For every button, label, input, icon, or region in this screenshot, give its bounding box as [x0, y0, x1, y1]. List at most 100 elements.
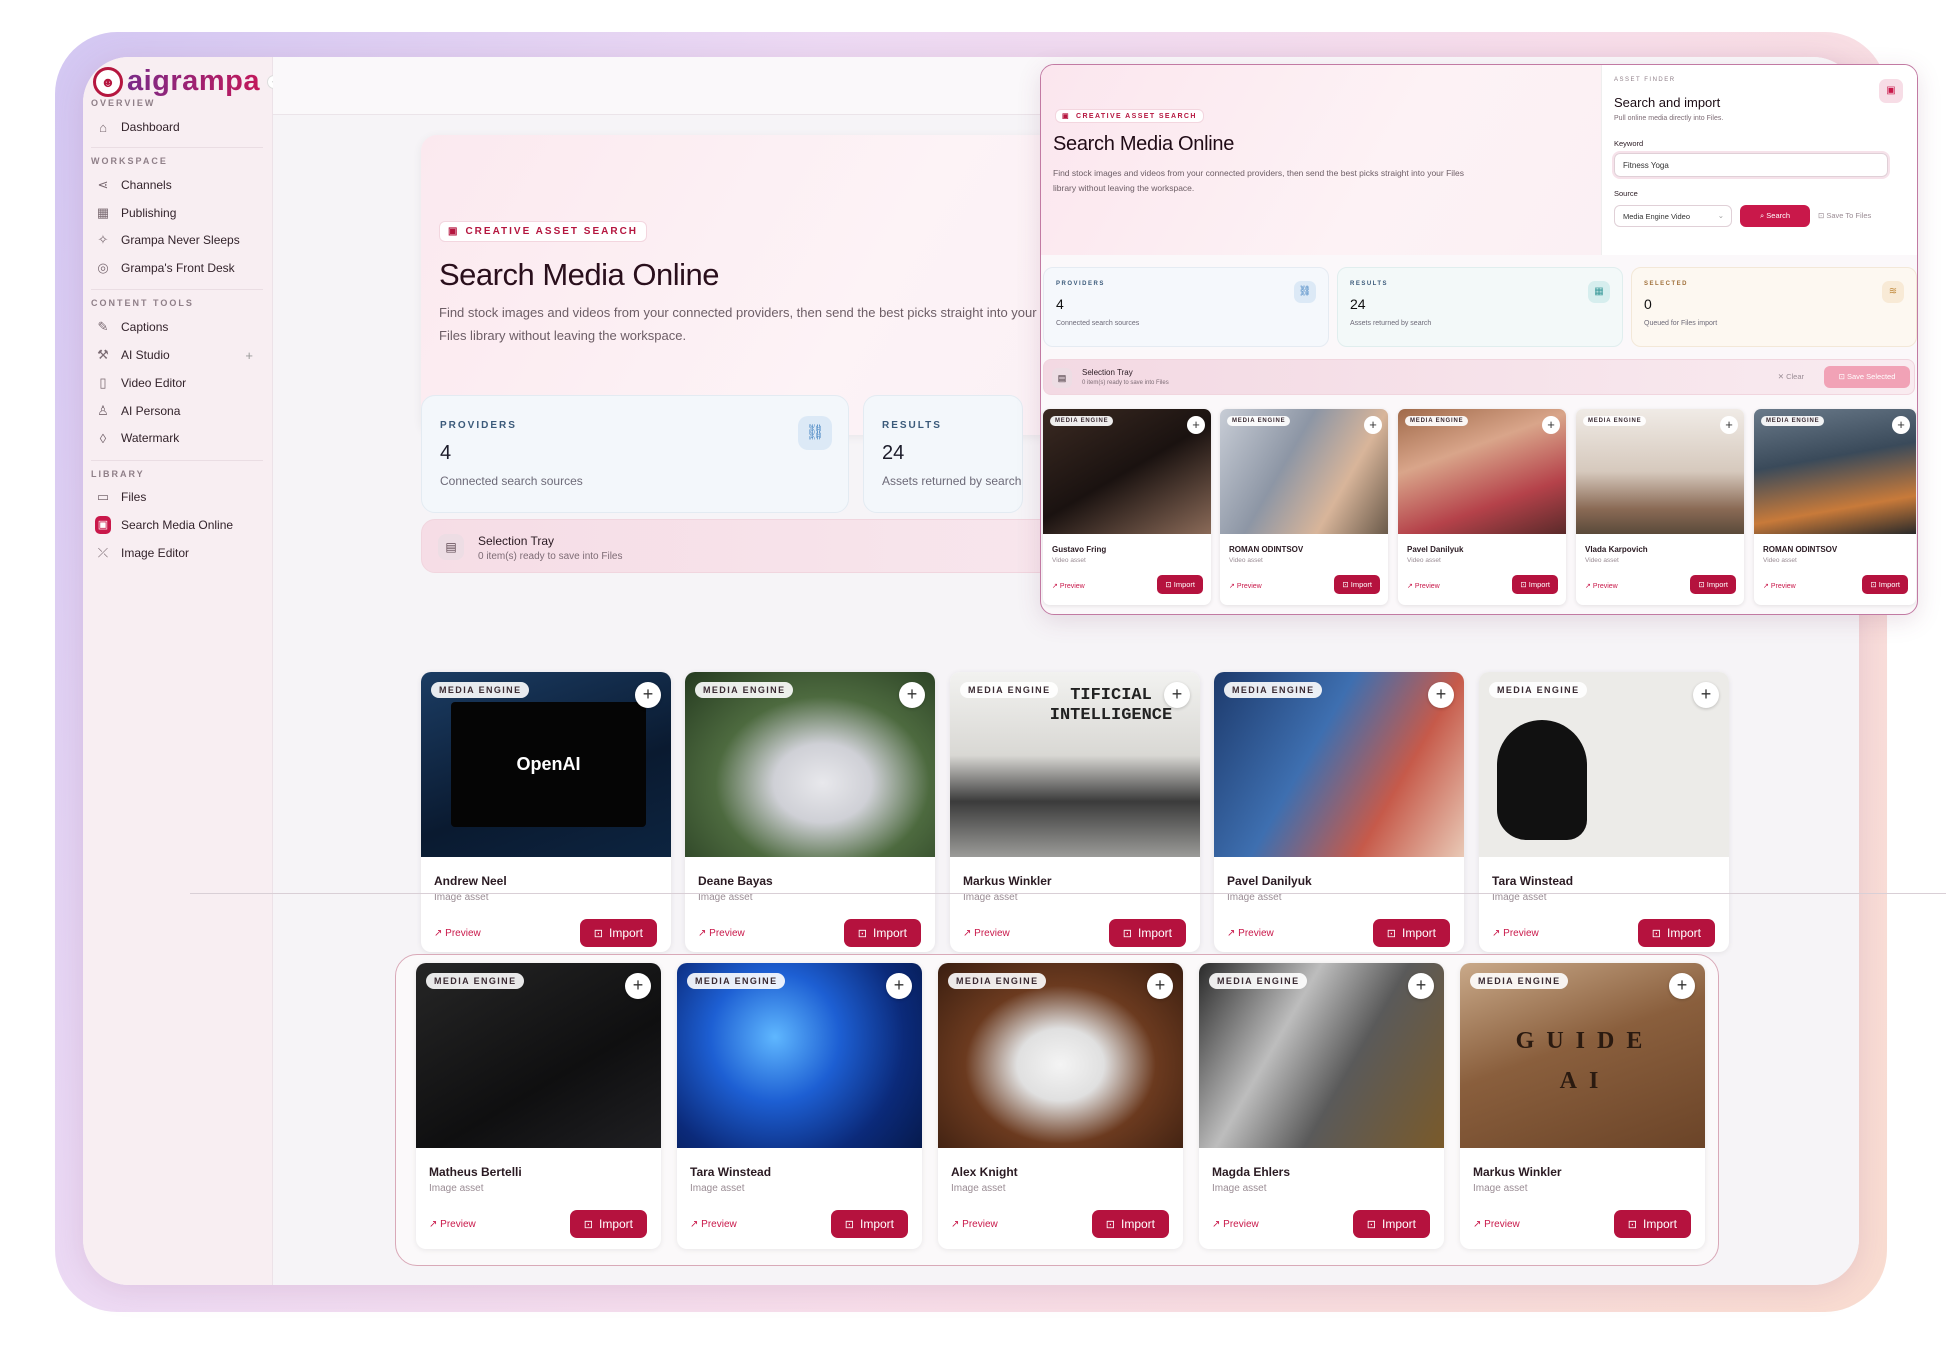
import-button[interactable]: ⊡ Import	[1091, 1210, 1169, 1238]
sidebar-item-search-media-online[interactable]: ▣ Search Media Online	[91, 511, 261, 539]
asset-card[interactable]: GUIDE AI MEDIA ENGINE + Markus Winkler I…	[1460, 963, 1705, 1249]
add-to-tray-button[interactable]: +	[1147, 973, 1173, 999]
save-to-files-button[interactable]: ⊡ Save To Files	[1818, 211, 1871, 220]
preview-link[interactable]: ↗ Preview	[1473, 1219, 1520, 1230]
sidebar-item-image-editor[interactable]: ⤫ Image Editor	[91, 539, 261, 567]
sidebar-item-front-desk[interactable]: ◎ Grampa's Front Desk	[91, 254, 261, 282]
sidebar-item-captions[interactable]: ✎ Captions	[91, 313, 261, 341]
sidebar-item-dashboard[interactable]: ⌂ Dashboard	[91, 113, 261, 141]
asset-card[interactable]: MEDIA ENGINE + Alex Knight Image asset ↗…	[938, 963, 1183, 1249]
preview-link[interactable]: ↗ Preview	[963, 928, 1010, 939]
import-icon: ⊡	[1386, 928, 1396, 940]
import-button[interactable]: ⊡ Import	[1690, 575, 1736, 594]
add-to-tray-button[interactable]: +	[1187, 416, 1205, 434]
preview-label: Preview	[1223, 1219, 1259, 1230]
asset-card[interactable]: MEDIA ENGINE + Tara Winstead Image asset…	[677, 963, 922, 1249]
search-button[interactable]: ⌕ Search	[1740, 205, 1810, 227]
import-label: Import	[1706, 580, 1728, 589]
preview-label: Preview	[1414, 583, 1440, 590]
asset-card[interactable]: MEDIA ENGINE + Tara Winstead Image asset…	[1479, 672, 1729, 952]
sidebar-item-grampa-never-sleeps[interactable]: ✧ Grampa Never Sleeps	[91, 226, 261, 254]
asset-card[interactable]: OpenAI MEDIA ENGINE + Andrew Neel Image …	[421, 672, 671, 952]
expand-plus-icon[interactable]: +	[245, 348, 253, 363]
sidebar-item-video-editor[interactable]: ▯ Video Editor	[91, 369, 261, 397]
asset-card[interactable]: MEDIA ENGINE + Deane Bayas Image asset ↗…	[685, 672, 935, 952]
source-select[interactable]: Media Engine Video ⌄	[1614, 205, 1732, 227]
preview-label: Preview	[1770, 583, 1796, 590]
import-button[interactable]: ⊡ Import	[1512, 575, 1558, 594]
preview-link[interactable]: ↗ Preview	[1227, 928, 1274, 939]
clear-label: Clear	[1786, 372, 1804, 381]
share-icon: ⋖	[97, 177, 109, 192]
sidebar-item-publishing[interactable]: ▦ Publishing	[91, 199, 261, 227]
preview-link[interactable]: ↗ Preview	[1229, 582, 1262, 590]
add-to-tray-button[interactable]: +	[1892, 416, 1910, 434]
asset-card[interactable]: TIFICIAL INTELLIGENCE MEDIA ENGINE + Mar…	[950, 672, 1200, 952]
preview-link[interactable]: ↗ Preview	[1407, 582, 1440, 590]
import-button[interactable]: ⊡ Import	[830, 1210, 908, 1238]
pill-label: CREATIVE ASSET SEARCH	[1076, 112, 1197, 120]
preview-link[interactable]: ↗ Preview	[1763, 582, 1796, 590]
import-icon: ⊡	[1870, 580, 1879, 589]
video-card[interactable]: MEDIA ENGINE + ROMAN ODINTSOV Video asse…	[1220, 409, 1388, 605]
save-selected-label: Save Selected	[1847, 372, 1896, 381]
import-button[interactable]: ⊡ Import	[1334, 575, 1380, 594]
import-button[interactable]: ⊡ Import	[1862, 575, 1908, 594]
sidebar-item-files[interactable]: ▭ Files	[91, 483, 261, 511]
import-button[interactable]: ⊡ Import	[579, 919, 657, 947]
source-value: Media Engine Video	[1623, 212, 1690, 221]
preview-link[interactable]: ↗ Preview	[1052, 582, 1085, 590]
keyword-input[interactable]: Fitness Yoga	[1614, 153, 1888, 177]
preview-link[interactable]: ↗ Preview	[698, 928, 745, 939]
add-to-tray-button[interactable]: +	[1542, 416, 1560, 434]
sidebar-item-watermark[interactable]: ◊ Watermark	[91, 424, 261, 452]
sidebar-item-ai-persona[interactable]: ♙ AI Persona	[91, 397, 261, 425]
preview-link[interactable]: ↗ Preview	[1212, 1219, 1259, 1230]
import-button[interactable]: ⊡ Import	[1613, 1210, 1691, 1238]
add-to-tray-button[interactable]: +	[1693, 682, 1719, 708]
import-button[interactable]: ⊡ Import	[1372, 919, 1450, 947]
asset-card[interactable]: MEDIA ENGINE + Magda Ehlers Image asset …	[1199, 963, 1444, 1249]
app-logo[interactable]: ☻ aigrampa	[93, 65, 260, 98]
preview-link[interactable]: ↗ Preview	[434, 928, 481, 939]
import-icon: ⊡	[1366, 1219, 1376, 1231]
asset-image: OpenAI	[421, 672, 671, 857]
add-to-tray-button[interactable]: +	[1669, 973, 1695, 999]
add-to-tray-button[interactable]: +	[635, 682, 661, 708]
preview-link[interactable]: ↗ Preview	[1585, 582, 1618, 590]
import-button[interactable]: ⊡ Import	[569, 1210, 647, 1238]
tray-title: Selection Tray	[478, 534, 555, 548]
add-to-tray-button[interactable]: +	[1164, 682, 1190, 708]
sidebar-item-label: Grampa Never Sleeps	[121, 233, 240, 247]
preview-link[interactable]: ↗ Preview	[690, 1219, 737, 1230]
import-button[interactable]: ⊡ Import	[1108, 919, 1186, 947]
import-button[interactable]: ⊡ Import	[1637, 919, 1715, 947]
media-engine-badge: MEDIA ENGINE	[1405, 416, 1469, 426]
add-to-tray-button[interactable]: +	[899, 682, 925, 708]
import-button[interactable]: ⊡ Import	[1352, 1210, 1430, 1238]
add-to-tray-button[interactable]: +	[1408, 973, 1434, 999]
import-button[interactable]: ⊡ Import	[1157, 575, 1203, 594]
import-button[interactable]: ⊡ Import	[843, 919, 921, 947]
add-to-tray-button[interactable]: +	[625, 973, 651, 999]
asset-card[interactable]: MEDIA ENGINE + Pavel Danilyuk Image asse…	[1214, 672, 1464, 952]
add-to-tray-button[interactable]: +	[886, 973, 912, 999]
add-to-tray-button[interactable]: +	[1428, 682, 1454, 708]
preview-link[interactable]: ↗ Preview	[951, 1219, 998, 1230]
save-selected-button[interactable]: ⊡ Save Selected	[1824, 366, 1910, 388]
asset-card[interactable]: MEDIA ENGINE + Matheus Bertelli Image as…	[416, 963, 661, 1249]
sidebar-item-channels[interactable]: ⋖ Channels	[91, 171, 261, 199]
video-card[interactable]: MEDIA ENGINE + ROMAN ODINTSOV Video asse…	[1754, 409, 1916, 605]
overlay-page-description: Find stock images and videos from your c…	[1053, 168, 1465, 193]
clear-button[interactable]: ✕ Clear	[1778, 372, 1804, 381]
save-label: Save To Files	[1826, 211, 1872, 220]
sidebar-item-ai-studio[interactable]: ⚒ AI Studio +	[91, 341, 261, 369]
preview-link[interactable]: ↗ Preview	[429, 1219, 476, 1230]
add-to-tray-button[interactable]: +	[1720, 416, 1738, 434]
external-link-icon: ↗	[1052, 583, 1060, 590]
video-card[interactable]: MEDIA ENGINE + Gustavo Fring Video asset…	[1043, 409, 1211, 605]
video-card[interactable]: MEDIA ENGINE + Vlada Karpovich Video ass…	[1576, 409, 1744, 605]
add-to-tray-button[interactable]: +	[1364, 416, 1382, 434]
preview-link[interactable]: ↗ Preview	[1492, 928, 1539, 939]
video-card[interactable]: MEDIA ENGINE + Pavel Danilyuk Video asse…	[1398, 409, 1566, 605]
